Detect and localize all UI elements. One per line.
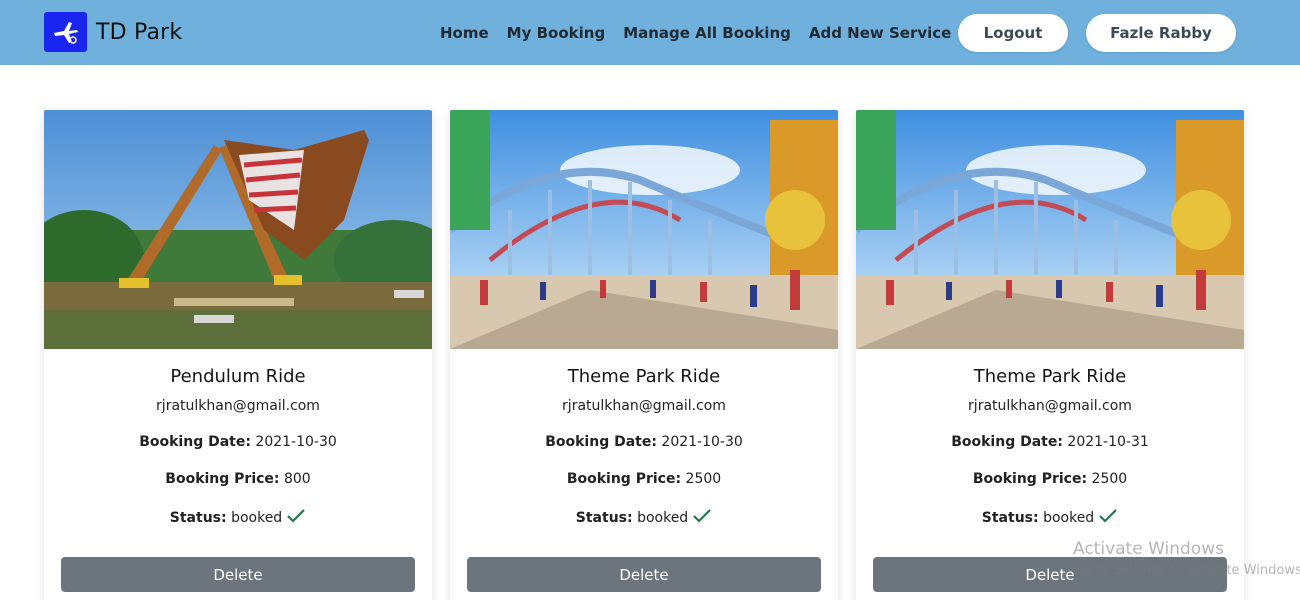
user-name-button[interactable]: Fazle Rabby — [1086, 14, 1236, 52]
nav-link-manage-all-booking[interactable]: Manage All Booking — [623, 24, 791, 42]
booking-status-label: Status: — [981, 510, 1039, 526]
booking-status: Status: booked — [44, 508, 432, 526]
delete-button[interactable]: Delete — [61, 557, 415, 592]
checkmark-icon — [1099, 509, 1117, 523]
booking-email: rjratulkhan@gmail.com — [156, 398, 320, 414]
booking-date: Booking Date: 2021-10-30 — [44, 434, 432, 450]
booking-card: Theme Park Ride rjratulkhan@gmail.com Bo… — [450, 110, 838, 600]
booking-price-label: Booking Price: — [972, 471, 1088, 487]
booking-card: Pendulum Ride rjratulkhan@gmail.com Book… — [44, 110, 432, 600]
booking-status-value: booked — [637, 510, 689, 526]
booking-date-value: 2021-10-30 — [255, 434, 337, 450]
booking-status: Status: booked — [450, 508, 838, 526]
watermark-subtitle: Go to Settings to activate Windows. — [1073, 563, 1300, 578]
booking-status-value: booked — [1043, 510, 1095, 526]
top-navbar: TD Park Home My Booking Manage All Booki… — [0, 0, 1300, 65]
checkmark-icon — [287, 509, 305, 523]
booking-card: Theme Park Ride rjratulkhan@gmail.com Bo… — [856, 110, 1244, 600]
booking-price-value: 2500 — [685, 471, 722, 487]
booking-price-value: 800 — [283, 471, 311, 487]
booking-date: Booking Date: 2021-10-31 — [856, 434, 1244, 450]
nav-link-home[interactable]: Home — [440, 24, 489, 42]
logout-button[interactable]: Logout — [958, 14, 1068, 52]
airplane-logo-icon — [44, 12, 87, 52]
nav-link-my-booking[interactable]: My Booking — [507, 24, 606, 42]
booking-status: Status: booked — [856, 508, 1244, 526]
activate-windows-watermark: Activate Windows Go to Settings to activ… — [1073, 539, 1300, 578]
booking-price-label: Booking Price: — [165, 471, 280, 487]
booking-date-label: Booking Date: — [139, 434, 251, 450]
checkmark-icon — [693, 509, 711, 523]
booking-price: Booking Price: 800 — [44, 471, 432, 487]
booking-status-label: Status: — [169, 510, 227, 526]
service-title: Theme Park Ride — [567, 366, 721, 387]
theme-park-ride-image — [450, 110, 838, 349]
booking-price: Booking Price: 2500 — [856, 471, 1244, 487]
booking-email: rjratulkhan@gmail.com — [968, 398, 1132, 414]
booking-price: Booking Price: 2500 — [450, 471, 838, 487]
service-title: Theme Park Ride — [973, 366, 1127, 387]
booking-date-label: Booking Date: — [545, 434, 657, 450]
booking-email: rjratulkhan@gmail.com — [562, 398, 726, 414]
nav-links: Home My Booking Manage All Booking Add N… — [440, 0, 969, 65]
booking-price-value: 2500 — [1091, 471, 1128, 487]
pendulum-ride-image — [44, 110, 432, 349]
booking-date: Booking Date: 2021-10-30 — [450, 434, 838, 450]
booking-date-label: Booking Date: — [951, 434, 1063, 450]
watermark-title: Activate Windows — [1073, 539, 1224, 559]
nav-link-add-new-service[interactable]: Add New Service — [809, 24, 951, 42]
booking-status-label: Status: — [575, 510, 633, 526]
booking-date-value: 2021-10-30 — [661, 434, 743, 450]
booking-status-value: booked — [231, 510, 283, 526]
booking-date-value: 2021-10-31 — [1067, 434, 1149, 450]
brand[interactable]: TD Park — [44, 12, 182, 52]
booking-price-label: Booking Price: — [566, 471, 682, 487]
brand-name: TD Park — [96, 19, 183, 45]
service-title: Pendulum Ride — [170, 366, 306, 387]
delete-button[interactable]: Delete — [467, 557, 821, 592]
theme-park-ride-image — [856, 110, 1244, 349]
